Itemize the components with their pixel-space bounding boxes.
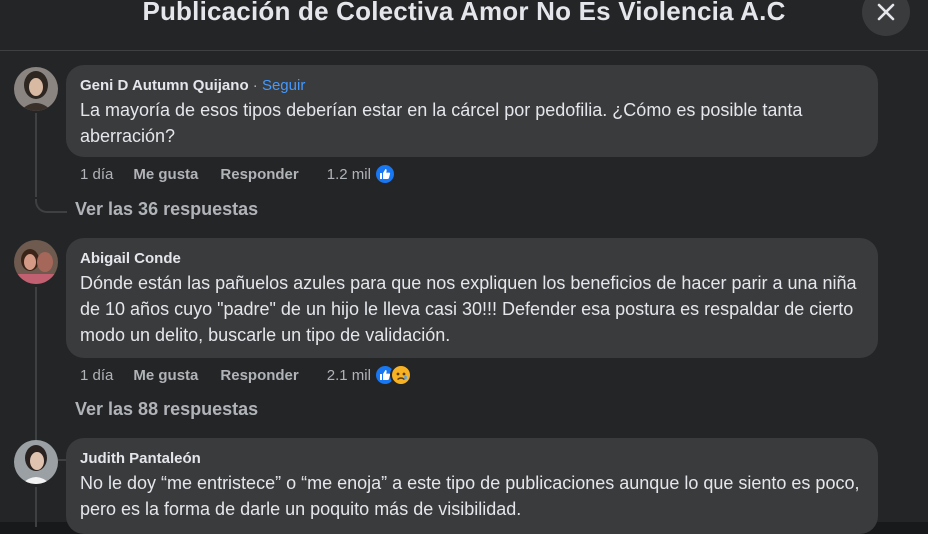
- reply-button[interactable]: Responder: [220, 166, 298, 183]
- view-replies-link[interactable]: Ver las 88 respuestas: [75, 399, 258, 420]
- comment-time[interactable]: 1 día: [80, 166, 113, 183]
- comment-bubble: Geni D Autumn Quijano · Seguir La mayorí…: [66, 65, 878, 157]
- comment-author[interactable]: Abigail Conde: [80, 250, 181, 267]
- comment-time[interactable]: 1 día: [80, 367, 113, 384]
- comment-text: La mayoría de esos tipos deberían estar …: [80, 100, 803, 146]
- comment-author[interactable]: Judith Pantaleón: [80, 450, 201, 467]
- like-button[interactable]: Me gusta: [133, 166, 198, 183]
- reactions[interactable]: [373, 163, 396, 185]
- follow-link[interactable]: Seguir: [262, 77, 305, 94]
- avatar[interactable]: [14, 67, 58, 111]
- like-button[interactable]: Me gusta: [133, 367, 198, 384]
- comment-bubble: Judith Pantaleón No le doy “me entristec…: [66, 438, 878, 534]
- reactions[interactable]: [373, 364, 412, 386]
- view-replies-link[interactable]: Ver las 36 respuestas: [75, 199, 258, 220]
- separator-dot: ·: [248, 77, 262, 94]
- comment-actions: 1 día Me gusta Responder 2.1 mil: [80, 364, 412, 386]
- dialog-title: Publicación de Colectiva Amor No Es Viol…: [142, 0, 786, 26]
- close-button[interactable]: [862, 0, 910, 36]
- avatar[interactable]: [14, 240, 58, 284]
- comment-bubble: Abigail Conde Dónde están las pañuelos a…: [66, 238, 878, 358]
- reaction-count[interactable]: 1.2 mil: [327, 166, 371, 183]
- reaction-count[interactable]: 2.1 mil: [327, 367, 371, 384]
- reply-button[interactable]: Responder: [220, 367, 298, 384]
- comment-text: No le doy “me entristece” o “me enoja” a…: [80, 473, 860, 519]
- comments-panel: Geni D Autumn Quijano · Seguir La mayorí…: [0, 51, 928, 534]
- close-icon: [877, 3, 895, 21]
- comment-author[interactable]: Geni D Autumn Quijano: [80, 77, 249, 94]
- like-icon: [373, 163, 396, 185]
- comment-text: Dónde están las pañuelos azules para que…: [80, 273, 857, 345]
- comment-actions: 1 día Me gusta Responder 1.2 mil: [80, 163, 396, 185]
- avatar[interactable]: [14, 440, 58, 484]
- dialog-header: Publicación de Colectiva Amor No Es Viol…: [0, 0, 928, 51]
- sad-icon: [389, 364, 412, 386]
